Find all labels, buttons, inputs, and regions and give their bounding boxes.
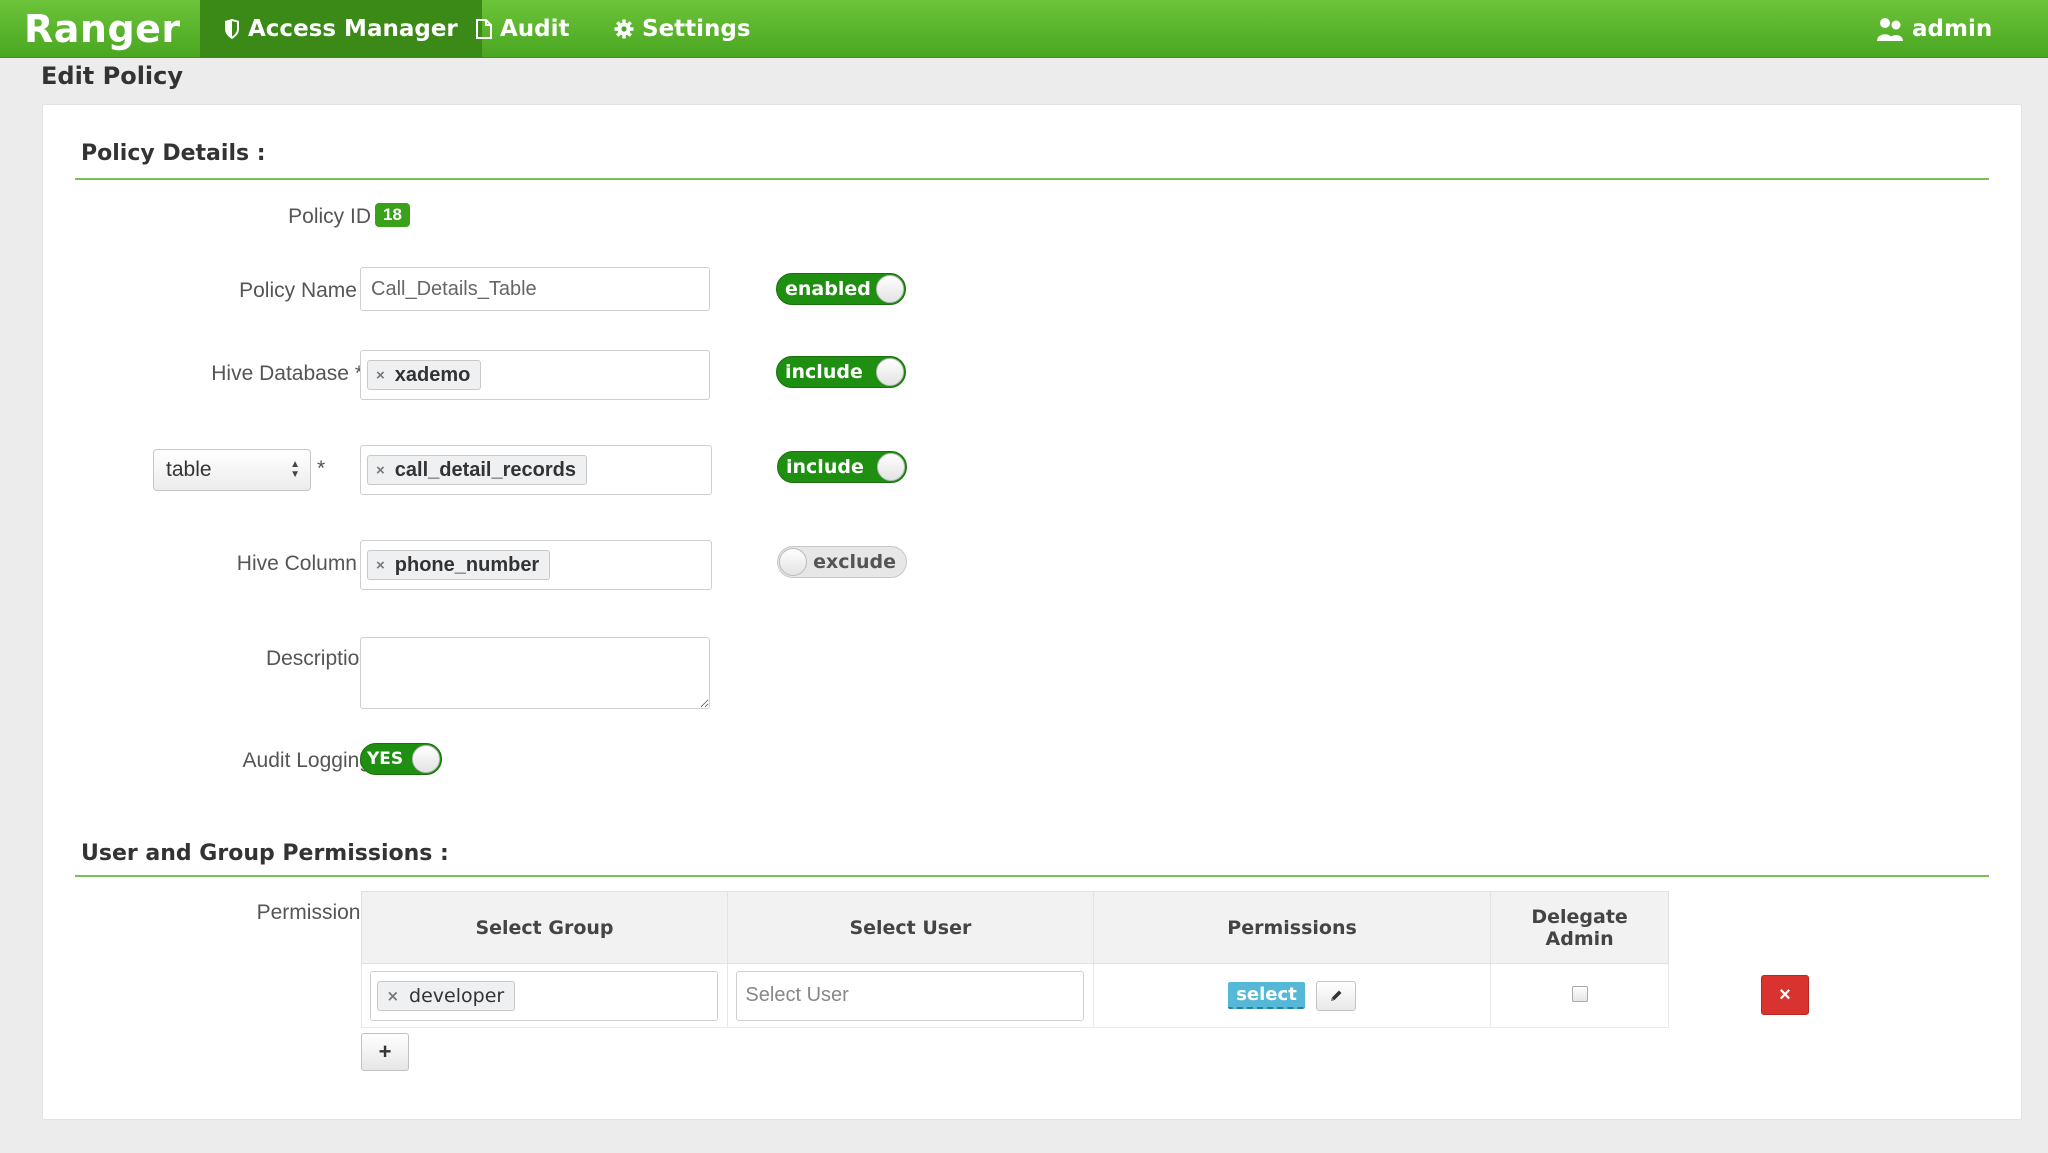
column-header-select-user: Select User xyxy=(726,891,1094,964)
table-input[interactable]: × call_detail_records xyxy=(360,445,712,495)
remove-tag-icon[interactable]: × xyxy=(386,987,399,1005)
audit-logging-label: Audit Logging xyxy=(242,749,371,772)
delegate-admin-header-line1: Delegate xyxy=(1531,905,1628,928)
nav-audit-label: Audit xyxy=(500,16,570,42)
select-group-input[interactable]: × developer xyxy=(370,970,719,1021)
policy-id-label: Policy ID xyxy=(288,205,371,228)
group-tag-label: developer xyxy=(409,984,505,1007)
policy-form-panel: Policy Details : Policy ID 18 Policy Nam… xyxy=(42,104,2022,1120)
top-navbar: Ranger Access Manager Audit Settings adm… xyxy=(0,0,2048,58)
policy-enabled-toggle[interactable]: enabled xyxy=(776,273,906,305)
toggle-knob xyxy=(877,453,905,481)
column-header-delegate-admin: Delegate Admin xyxy=(1490,891,1669,964)
delete-row-button[interactable]: × xyxy=(1761,975,1809,1015)
table-toggle-label: include xyxy=(786,456,864,478)
shield-icon xyxy=(224,19,240,39)
user-cell: Select User xyxy=(726,963,1094,1028)
toggle-knob xyxy=(779,548,807,576)
hive-column-input[interactable]: × phone_number xyxy=(360,540,712,590)
brand-logo[interactable]: Ranger xyxy=(24,4,181,54)
audit-logging-toggle-label: YES xyxy=(367,749,404,769)
hive-database-include-toggle[interactable]: include xyxy=(776,356,906,388)
permissions-heading: User and Group Permissions : xyxy=(81,841,449,866)
remove-tag-icon[interactable]: × xyxy=(376,367,385,384)
page-title: Edit Policy xyxy=(41,62,184,90)
user-menu[interactable]: admin xyxy=(1862,0,2006,58)
policy-name-label: Policy Name * xyxy=(239,279,371,302)
hive-column-tag: × phone_number xyxy=(367,550,551,580)
section-divider xyxy=(75,875,1989,877)
select-user-input[interactable]: Select User xyxy=(736,970,1085,1021)
edit-permissions-button[interactable] xyxy=(1315,980,1356,1011)
delegate-admin-header-line2: Admin xyxy=(1545,927,1614,950)
hive-database-input[interactable]: × xademo xyxy=(360,350,710,400)
delegate-admin-cell xyxy=(1490,963,1669,1028)
permissions-header-row: Select Group Select User Permissions Del… xyxy=(361,891,1669,964)
description-textarea[interactable] xyxy=(360,637,710,709)
hive-database-label: Hive Database * xyxy=(211,362,363,385)
add-permission-row-button[interactable]: + xyxy=(361,1033,409,1071)
hive-database-tag-label: xademo xyxy=(394,363,471,386)
user-menu-label: admin xyxy=(1912,16,1993,42)
file-icon xyxy=(476,19,492,39)
permissions-label: Permissions xyxy=(256,901,371,924)
hive-database-tag: × xademo xyxy=(367,360,482,390)
hive-column-label: Hive Column * xyxy=(236,552,371,575)
section-divider xyxy=(75,178,1989,180)
pencil-icon xyxy=(1330,990,1342,1001)
nav-access-manager-label: Access Manager xyxy=(248,16,458,42)
remove-tag-icon[interactable]: × xyxy=(376,462,385,479)
plus-icon: + xyxy=(378,1039,392,1064)
column-header-select-group: Select Group xyxy=(361,891,728,964)
policy-enabled-toggle-label: enabled xyxy=(785,278,871,300)
gear-icon xyxy=(614,19,634,39)
audit-logging-toggle[interactable]: YES xyxy=(360,743,442,775)
policy-name-input[interactable]: Call_Details_Table xyxy=(360,267,710,311)
delegate-admin-checkbox[interactable] xyxy=(1571,985,1588,1002)
hive-database-toggle-label: include xyxy=(785,361,863,383)
policy-details-heading: Policy Details : xyxy=(81,141,266,166)
table-include-toggle[interactable]: include xyxy=(777,451,907,483)
description-label: Description xyxy=(265,647,371,670)
toggle-knob xyxy=(876,358,904,386)
select-user-placeholder: Select User xyxy=(745,984,849,1006)
hive-column-tag-label: phone_number xyxy=(394,553,540,576)
toggle-knob xyxy=(876,275,904,303)
group-tag: × developer xyxy=(377,980,516,1011)
table-tag-label: call_detail_records xyxy=(394,458,576,481)
table-row: × developer Select User select xyxy=(361,963,1669,1028)
remove-tag-icon[interactable]: × xyxy=(376,557,385,574)
nav-settings-label: Settings xyxy=(642,16,751,42)
policy-id-badge: 18 xyxy=(375,203,410,227)
select-arrows-icon: ▲ ▼ xyxy=(290,459,300,480)
group-cell: × developer xyxy=(361,963,728,1028)
toggle-knob xyxy=(412,745,440,773)
permissions-cell: select xyxy=(1092,963,1492,1028)
nav-audit[interactable]: Audit xyxy=(452,0,594,58)
table-tag: × call_detail_records xyxy=(367,455,587,485)
hive-column-toggle-label: exclude xyxy=(813,551,896,573)
hive-column-exclude-toggle[interactable]: exclude xyxy=(777,546,907,578)
permission-tag[interactable]: select xyxy=(1228,982,1305,1009)
column-header-permissions: Permissions xyxy=(1092,891,1492,964)
resource-type-select-value: table xyxy=(166,458,212,481)
close-icon: × xyxy=(1779,983,1791,1006)
required-asterisk: * xyxy=(317,457,326,480)
user-icon xyxy=(1876,16,1904,42)
resource-type-select[interactable]: table ▲ ▼ xyxy=(153,449,311,491)
nav-access-manager[interactable]: Access Manager xyxy=(200,0,482,58)
permissions-table: Select Group Select User Permissions Del… xyxy=(361,891,1669,1028)
nav-settings[interactable]: Settings xyxy=(590,0,775,58)
